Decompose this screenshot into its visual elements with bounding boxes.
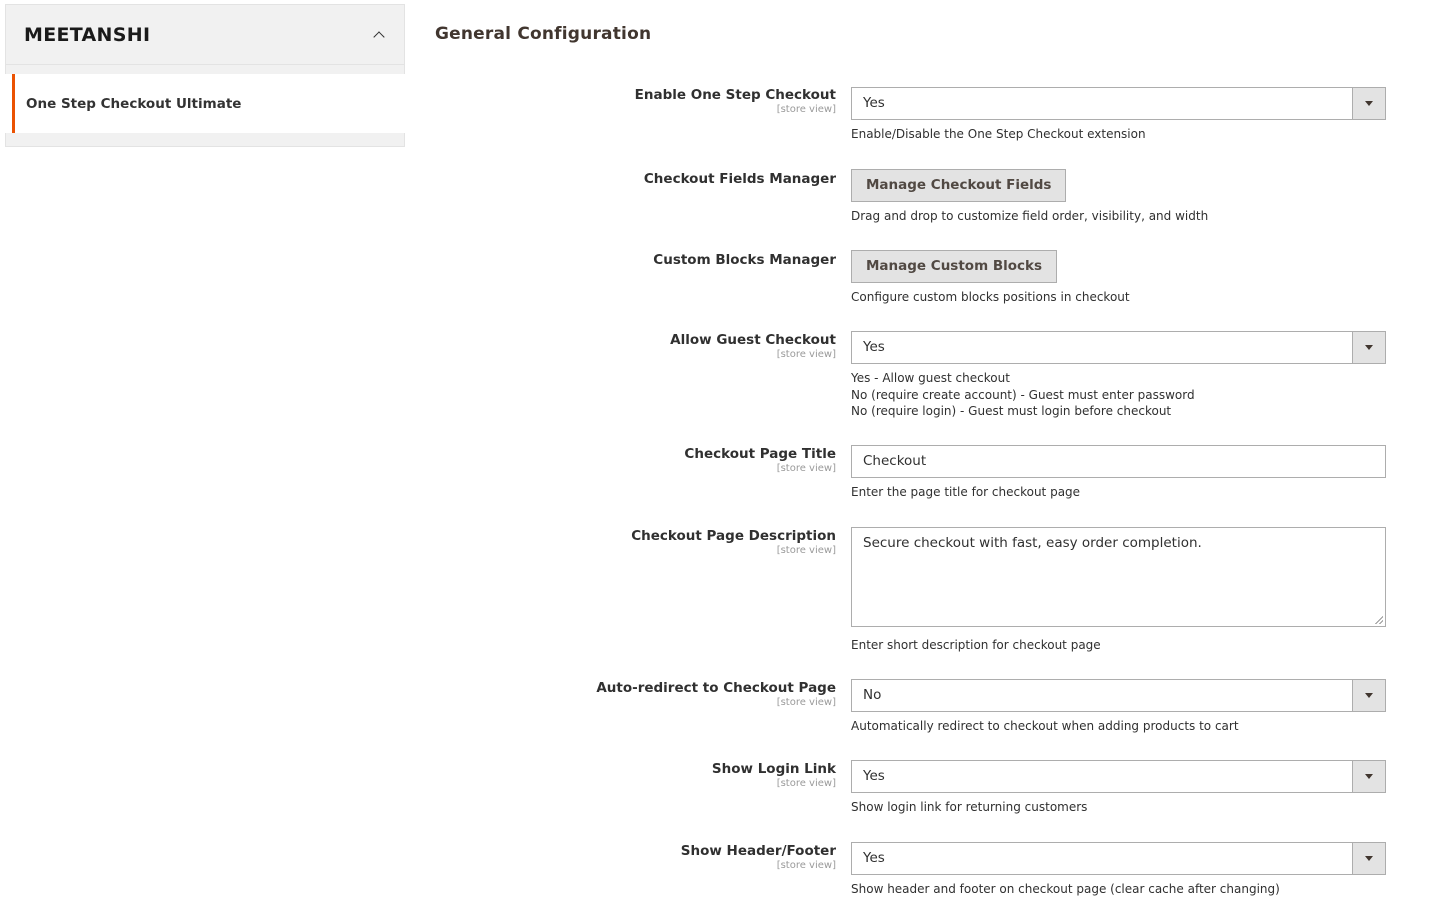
manage-custom-blocks-button[interactable]: Manage Custom Blocks xyxy=(851,250,1058,283)
field-label-text: Checkout Fields Manager xyxy=(643,171,836,187)
field-label: Checkout Page Title [store view] xyxy=(684,446,836,475)
field-note: Show header and footer on checkout page … xyxy=(851,882,1280,896)
sidebar-item-one-step-checkout[interactable]: One Step Checkout Ultimate xyxy=(12,74,405,133)
show-header-footer-select[interactable]: Yes xyxy=(851,842,1386,875)
scope-hint: [store view] xyxy=(776,463,836,474)
sidebar-header[interactable]: MEETANSHI xyxy=(5,4,405,65)
sidebar: MEETANSHI One Step Checkout Ultimate xyxy=(5,4,405,147)
field-label: Allow Guest Checkout [store view] xyxy=(670,332,836,361)
field-note: Enter the page title for checkout page xyxy=(851,485,1081,499)
note-line: No (require login) - Guest must login be… xyxy=(851,404,1172,418)
field-control: Checkout Enter the page title for checko… xyxy=(851,445,1386,501)
note-line: No (require create account) - Guest must… xyxy=(851,387,1195,402)
field-label: Show Header/Footer [store view] xyxy=(681,843,836,872)
auto-redirect-select[interactable]: No xyxy=(851,679,1386,712)
chevron-up-icon[interactable] xyxy=(372,28,386,42)
field-label-text: Checkout Page Description xyxy=(631,528,836,544)
field-control: Yes Show header and footer on checkout p… xyxy=(851,842,1386,898)
field-label: Auto-redirect to Checkout Page [store vi… xyxy=(596,680,836,709)
sidebar-spacer xyxy=(5,65,405,74)
field-label-text: Allow Guest Checkout xyxy=(670,332,836,348)
field-label: Show Login Link [store view] xyxy=(712,761,836,790)
field-control: Secure checkout with fast, easy order co… xyxy=(851,527,1386,654)
field-label-text: Enable One Step Checkout xyxy=(634,87,836,103)
field-label-text: Show Header/Footer xyxy=(680,843,836,859)
field-note: Automatically redirect to checkout when … xyxy=(851,719,1239,733)
checkout-page-description-textarea[interactable]: Secure checkout with fast, easy order co… xyxy=(851,527,1386,627)
show-login-link-select[interactable]: Yes xyxy=(851,760,1386,793)
enable-select[interactable]: Yes xyxy=(851,87,1386,120)
field-label: Checkout Page Description [store view] xyxy=(631,528,836,557)
select-value: Yes xyxy=(863,95,885,111)
scope-hint: [store view] xyxy=(776,697,836,708)
caret-down-icon[interactable] xyxy=(1352,761,1385,792)
manage-checkout-fields-button[interactable]: Manage Checkout Fields xyxy=(851,169,1067,202)
sidebar-item-label: One Step Checkout Ultimate xyxy=(26,95,242,112)
field-label-text: Checkout Page Title xyxy=(684,446,836,462)
caret-down-icon[interactable] xyxy=(1352,88,1385,119)
scope-hint: [store view] xyxy=(776,104,836,115)
select-value: Yes xyxy=(863,339,885,355)
field-note: Enter short description for checkout pag… xyxy=(851,638,1101,652)
field-control: No Automatically redirect to checkout wh… xyxy=(851,679,1386,735)
field-note: Show login link for returning customers xyxy=(851,800,1088,814)
caret-down-icon[interactable] xyxy=(1352,332,1385,363)
section-title: General Configuration xyxy=(435,24,652,44)
checkout-page-title-input[interactable]: Checkout xyxy=(851,445,1386,478)
scope-hint: [store view] xyxy=(776,545,836,556)
brand-logo: MEETANSHI xyxy=(24,23,151,46)
select-value: No xyxy=(863,687,882,703)
field-label-text: Show Login Link xyxy=(711,761,836,777)
field-label: Custom Blocks Manager xyxy=(653,252,836,269)
field-label: Enable One Step Checkout [store view] xyxy=(635,87,836,116)
field-control: Yes Yes - Allow guest checkout No (requi… xyxy=(851,331,1386,420)
textarea-value: Secure checkout with fast, easy order co… xyxy=(863,535,1202,551)
guest-checkout-select[interactable]: Yes xyxy=(851,331,1386,364)
field-note: Drag and drop to customize field order, … xyxy=(851,209,1209,223)
caret-down-icon[interactable] xyxy=(1352,843,1385,874)
sidebar-footer xyxy=(5,133,405,147)
field-note: Enable/Disable the One Step Checkout ext… xyxy=(851,127,1146,141)
field-control: Yes Show login link for returning custom… xyxy=(851,760,1386,816)
resize-grip-icon[interactable] xyxy=(1375,616,1383,624)
select-value: Yes xyxy=(863,850,885,866)
select-value: Yes xyxy=(863,768,885,784)
field-control: Manage Custom Blocks Configure custom bl… xyxy=(851,250,1386,306)
scope-hint: [store view] xyxy=(776,349,836,360)
note-line: Yes - Allow guest checkout xyxy=(851,371,1010,385)
scope-hint: [store view] xyxy=(776,860,836,871)
field-label: Checkout Fields Manager xyxy=(644,171,836,188)
field-note: Configure custom blocks positions in che… xyxy=(851,290,1130,304)
scope-hint: [store view] xyxy=(776,778,836,789)
field-control: Manage Checkout Fields Drag and drop to … xyxy=(851,169,1386,225)
field-note: Yes - Allow guest checkout No (require c… xyxy=(851,370,1386,420)
field-label-text: Auto-redirect to Checkout Page xyxy=(596,680,836,696)
caret-down-icon[interactable] xyxy=(1352,680,1385,711)
field-control: Yes Enable/Disable the One Step Checkout… xyxy=(851,87,1386,143)
field-label-text: Custom Blocks Manager xyxy=(653,252,836,268)
